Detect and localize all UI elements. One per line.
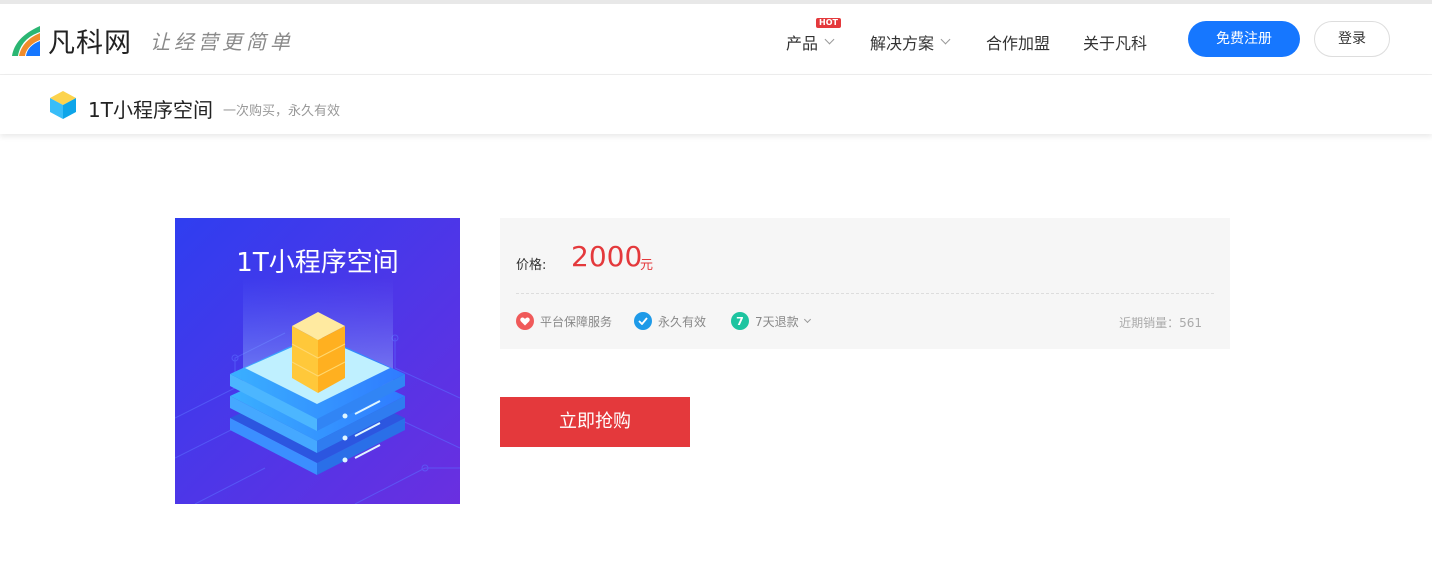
product-image: 1T小程序空间	[175, 218, 460, 504]
chevron-down-icon	[803, 315, 811, 324]
seven-icon: 7	[731, 312, 749, 330]
nav-about[interactable]: 关于凡科	[1083, 30, 1147, 54]
nav-partnership[interactable]: 合作加盟	[986, 30, 1050, 54]
heart-icon	[516, 312, 534, 330]
cube-icon	[50, 91, 76, 119]
product-tagline: 一次购买，永久有效	[223, 104, 341, 119]
sales-info: 近期销量：561	[1119, 314, 1202, 331]
product-subheader: 1T小程序空间 一次购买，永久有效	[0, 75, 1432, 134]
nav-partnership-label: 合作加盟	[986, 34, 1051, 53]
service-refund-label: 7天退款	[755, 314, 799, 329]
header: 凡科网 让经营更简单 产品 HOT 解决方案 合作加盟 关于凡科 免费注册 登录	[0, 4, 1432, 75]
price-label: 价格:	[516, 258, 547, 273]
service-guarantee: 平台保障服务	[516, 312, 612, 330]
image-title: 1T小程序空间	[236, 248, 399, 278]
slogan: 让经营更简单	[150, 30, 294, 54]
nav-solutions[interactable]: 解决方案	[870, 30, 951, 54]
sales-label: 近期销量：	[1119, 316, 1180, 330]
price-value: 2000	[571, 240, 643, 273]
product-title: 1T小程序空间	[88, 98, 213, 122]
chevron-down-icon	[940, 34, 951, 45]
nav-about-label: 关于凡科	[1083, 34, 1148, 53]
login-button[interactable]: 登录	[1314, 21, 1390, 57]
chevron-down-icon	[824, 34, 835, 45]
brand-name[interactable]: 凡科网	[48, 21, 132, 60]
service-refund[interactable]: 7 7天退款	[731, 312, 811, 330]
nav-products-label: 产品	[786, 34, 819, 53]
nav-products[interactable]: 产品 HOT	[786, 18, 841, 54]
check-icon	[634, 312, 652, 330]
hot-badge: HOT	[816, 18, 841, 28]
divider	[516, 293, 1214, 294]
price-panel: 价格: 2000 元 平台保障服务 永久有效 7 7天退款 近期销量：561	[500, 218, 1230, 349]
service-guarantee-label: 平台保障服务	[540, 314, 613, 329]
service-permanent: 永久有效	[634, 312, 706, 330]
register-button[interactable]: 免费注册	[1188, 21, 1300, 57]
nav-solutions-label: 解决方案	[870, 34, 935, 53]
sales-count: 561	[1179, 316, 1202, 330]
service-permanent-label: 永久有效	[658, 314, 707, 329]
buy-now-button[interactable]: 立即抢购	[500, 397, 690, 447]
price-unit: 元	[640, 258, 654, 273]
logo-icon[interactable]	[10, 22, 42, 58]
